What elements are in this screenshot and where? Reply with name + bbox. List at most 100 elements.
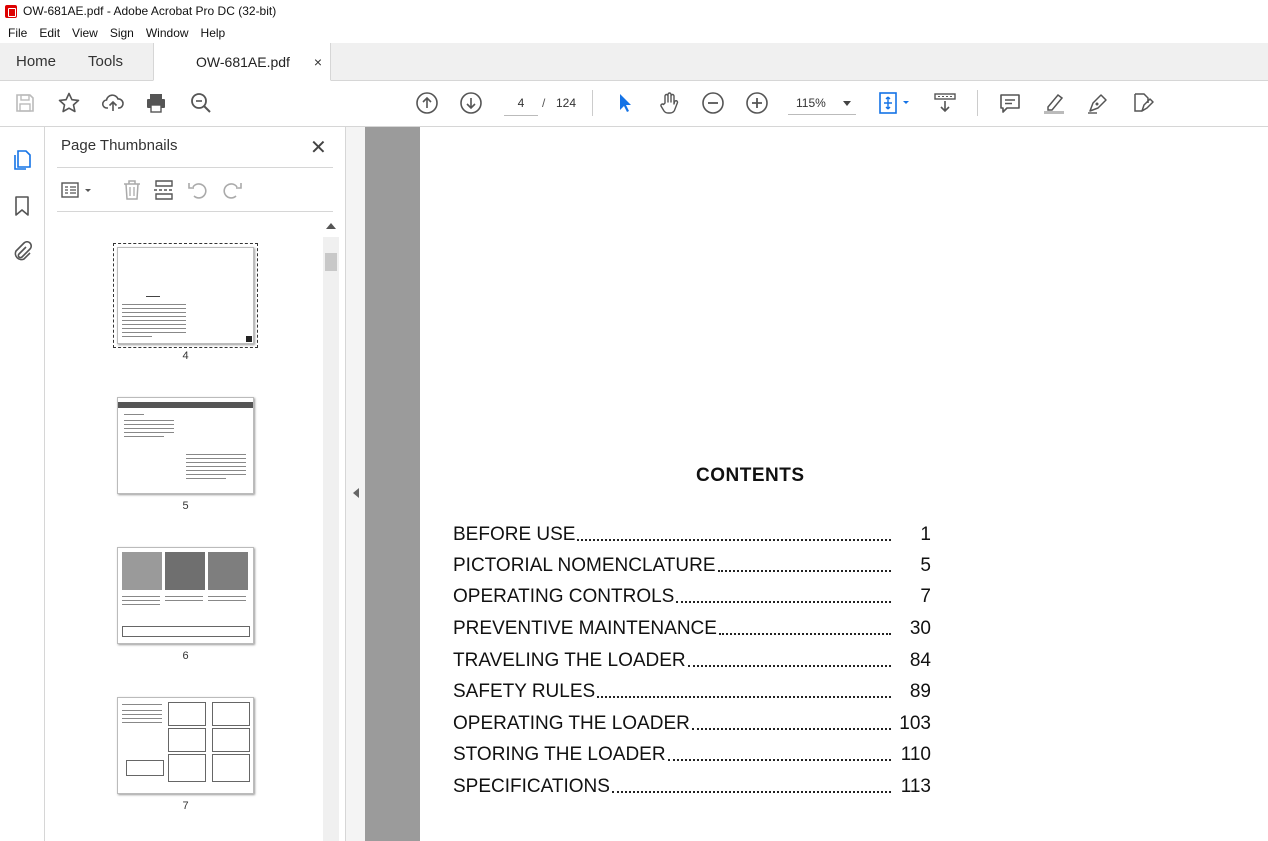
menu-sign[interactable]: Sign [110,26,134,40]
draw-sign-icon[interactable] [1085,90,1111,116]
thumbnail-page-number: 6 [182,650,189,662]
select-tool-icon[interactable] [612,90,638,116]
toc-page: 7 [920,586,931,607]
scrolling-mode-icon[interactable] [932,90,958,116]
thumbnail-page-number: 4 [182,350,189,362]
thumbnail-page-number: 5 [182,500,189,512]
zoom-in-icon[interactable] [744,90,770,116]
scroll-thumb[interactable] [325,253,337,271]
toc-page: 30 [909,618,931,639]
scroll-up-icon[interactable] [326,223,336,229]
toolbar-divider [592,90,593,116]
zoom-search-icon[interactable] [188,90,214,116]
tab-tools[interactable]: Tools [72,43,139,80]
bookmarks-icon[interactable] [11,195,33,217]
panel-divider [57,211,333,212]
total-pages: 124 [556,96,577,110]
fit-page-icon[interactable] [878,90,912,116]
thumbnail-options-icon[interactable] [59,177,99,203]
thumb-text-line [122,704,162,705]
thumb-text-line [186,470,246,471]
thumb-text-line [186,466,246,467]
print-icon[interactable] [143,90,169,116]
highlight-icon[interactable] [1041,90,1067,116]
toc-label: SPECIFICATIONS [453,776,610,797]
toc-page: 103 [899,713,931,734]
thumb-notice-box [122,626,250,637]
thumb-text-line [122,312,186,313]
thumbnail-page[interactable] [117,697,254,794]
toc-leader [717,569,891,572]
zoom-level-value: 115% [796,96,826,110]
thumb-text-line [122,316,186,317]
thumb-text-line [122,722,162,723]
menu-file[interactable]: File [8,26,27,40]
toc-label: BEFORE USE [453,524,576,545]
zoom-level-select[interactable]: 115% [788,91,856,115]
thumb-text-line [165,596,203,597]
rotate-clockwise-icon[interactable] [219,177,245,203]
toc-label: TRAVELING THE LOADER [453,650,686,671]
thumbnails-scrollbar[interactable] [323,221,339,841]
rotate-counterclockwise-icon[interactable] [185,177,211,203]
zoom-out-icon[interactable] [700,90,726,116]
save-icon[interactable] [12,90,38,116]
panel-title: Page Thumbnails [61,137,178,154]
menu-help[interactable]: Help [201,26,226,40]
hand-tool-icon[interactable] [656,90,682,116]
tab-close-icon[interactable]: × [314,54,322,70]
comment-icon[interactable] [997,90,1023,116]
upload-icon[interactable] [100,90,126,116]
page-number-input[interactable]: 4 [504,91,538,116]
page-thumbnails-icon[interactable] [11,149,33,171]
thumb-label-box [212,754,250,782]
toc-entry: TRAVELING THE LOADER 84 [453,648,931,672]
previous-page-icon[interactable] [414,90,440,116]
thumbnail-item[interactable]: 5 [117,397,254,512]
tab-home[interactable]: Home [0,43,72,80]
toc-entry: STORING THE LOADER 110 [453,742,931,766]
thumb-text-line [124,420,174,421]
toc-label: OPERATING THE LOADER [453,713,690,734]
menu-window[interactable]: Window [146,26,189,40]
tab-document[interactable]: OW-681AE.pdf × [153,43,332,81]
thumbnail-item[interactable]: 6 [117,547,254,662]
fill-sign-icon[interactable] [1129,90,1155,116]
thumbnail-page[interactable] [117,397,254,494]
thumbnail-page[interactable] [117,547,254,644]
thumb-text-line [165,600,203,601]
chevron-down-icon [843,101,851,106]
thumb-text-line [124,428,174,429]
bookmark-star-icon[interactable] [56,90,82,116]
toc-leader [611,790,891,793]
toc-page: 84 [909,650,931,671]
toc-page: 89 [909,681,931,702]
toc-page: 113 [900,776,931,797]
document-view[interactable]: CONTENTS BEFORE USE 1 PICTORIAL NOMENCLA… [365,127,1268,841]
toc-entry: SAFETY RULES 89 [453,679,931,703]
toc-leader [687,664,891,667]
next-page-icon[interactable] [458,90,484,116]
panel-splitter[interactable] [345,127,366,841]
thumb-text-line [186,458,246,459]
toolbar-divider [977,90,978,116]
toc-leader [691,727,891,730]
menu-edit[interactable]: Edit [39,26,60,40]
left-rail [0,127,45,841]
extract-pages-icon[interactable] [151,177,177,203]
delete-pages-icon[interactable] [119,177,145,203]
collapse-panel-icon[interactable] [353,488,359,498]
attachments-icon[interactable] [11,240,33,263]
thumb-text-line [124,432,174,433]
thumbnail-item[interactable]: 7 [117,697,254,812]
acrobat-icon [5,4,17,18]
thumbnail-page-number: 7 [182,800,189,812]
menu-view[interactable]: View [72,26,98,40]
thumb-text-line [208,600,246,601]
thumb-text-line [122,324,186,325]
thumbnail-page[interactable] [113,243,258,348]
thumb-text-line [122,718,162,719]
thumb-text-line [122,320,186,321]
thumbnail-item[interactable]: 4 [113,243,258,362]
panel-close-icon[interactable]: ✕ [310,135,327,160]
